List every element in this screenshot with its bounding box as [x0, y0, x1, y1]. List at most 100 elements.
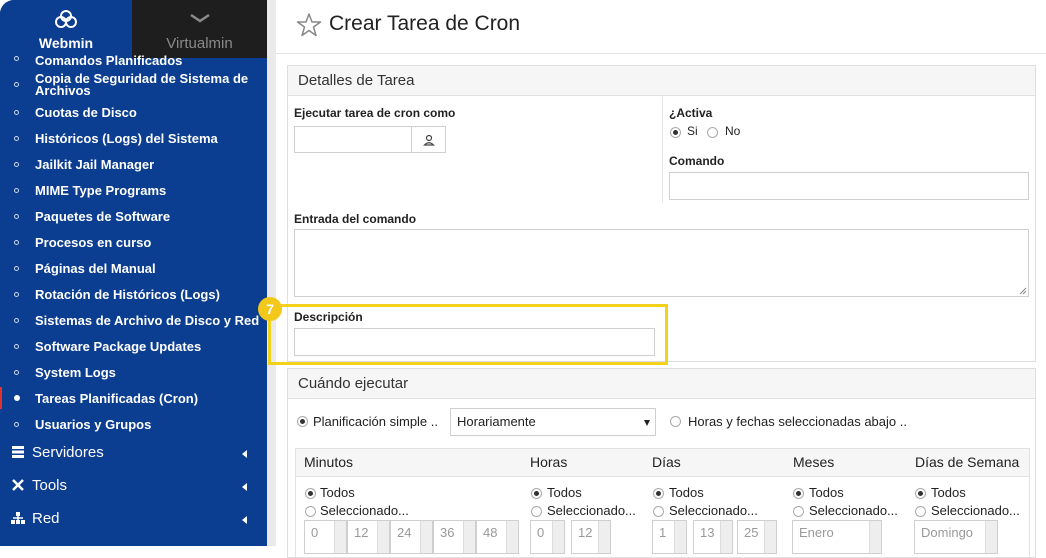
selected-times-radio[interactable]	[670, 416, 681, 427]
sidebar-item-mime[interactable]: MIME Type Programs	[0, 181, 267, 201]
hours-selected-radio[interactable]	[531, 506, 542, 517]
simple-schedule-select[interactable]: Horariamente	[450, 408, 656, 436]
list-item: 36	[440, 525, 455, 540]
select-value: Horariamente	[457, 414, 536, 429]
caret-left-icon	[242, 483, 247, 491]
sidebar-category-tools[interactable]: Tools	[0, 471, 267, 501]
sidebar-item-label: Tareas Planificadas (Cron)	[35, 391, 199, 406]
simple-schedule-radio[interactable]	[297, 416, 308, 427]
caret-left-icon	[242, 450, 247, 458]
hours-list-1[interactable]: 12	[571, 520, 611, 554]
sidebar-item-usuarios[interactable]: Usuarios y Grupos	[0, 415, 267, 435]
time-selection-table: Minutos Todos Seleccionado... 0 12 24 36…	[295, 448, 1030, 558]
network-icon	[11, 512, 25, 524]
scrollbar[interactable]	[420, 521, 432, 553]
active-yes-radio[interactable]	[670, 127, 681, 138]
bullet-icon	[14, 370, 19, 375]
sidebar-item-sistemas-archivo[interactable]: Sistemas de Archivo de Disco y Red	[0, 311, 267, 331]
user-icon	[423, 134, 435, 146]
selected-times-label: Horas y fechas seleccionadas abajo ..	[688, 414, 907, 429]
sidebar-item-jailkit[interactable]: Jailkit Jail Manager	[0, 155, 267, 175]
user-chooser-button[interactable]	[411, 126, 446, 153]
sidebar-item-copia-seguridad[interactable]: Copia de Seguridad de Sistema de Archivo…	[0, 72, 267, 98]
sidebar-category-servidores[interactable]: Servidores	[0, 438, 267, 468]
list-item: 13	[700, 525, 715, 540]
list-item: 48	[483, 525, 498, 540]
minutes-all-radio[interactable]	[305, 488, 316, 499]
sidebar-item-rotacion[interactable]: Rotación de Históricos (Logs)	[0, 285, 267, 305]
panel-title: Cuándo ejecutar	[298, 375, 409, 392]
days-all-radio[interactable]	[653, 488, 664, 499]
days-list-1[interactable]: 13	[693, 520, 733, 554]
sidebar-item-paginas-manual[interactable]: Páginas del Manual	[0, 259, 267, 279]
sidebar-category-red[interactable]: Red	[0, 504, 267, 534]
sidebar-item-tareas-cron[interactable]: Tareas Planificadas (Cron)	[0, 389, 267, 409]
servers-icon	[12, 446, 24, 458]
column-minutes-header: Minutos	[304, 454, 354, 470]
weekdays-selected-label: Seleccionado...	[931, 503, 1020, 518]
sidebar-item-historicos[interactable]: Históricos (Logs) del Sistema	[0, 129, 267, 149]
days-selected-radio[interactable]	[653, 506, 664, 517]
star-icon[interactable]	[296, 12, 322, 38]
hours-list-0[interactable]: 0	[530, 520, 565, 554]
scrollbar[interactable]	[720, 521, 732, 553]
months-list[interactable]: Enero	[792, 520, 882, 554]
sidebar-item-label: MIME Type Programs	[35, 183, 167, 198]
bullet-icon	[14, 110, 19, 115]
sidebar-item-paquetes[interactable]: Paquetes de Software	[0, 207, 267, 227]
minutes-all-label: Todos	[320, 485, 355, 500]
page-title: Crear Tarea de Cron	[329, 12, 521, 35]
days-list-0[interactable]: 1	[652, 520, 687, 554]
column-hours-header: Horas	[530, 454, 568, 470]
sidebar-item-label: Copia de Seguridad de Sistema de Archivo…	[35, 71, 249, 98]
scrollbar[interactable]	[334, 521, 346, 553]
scrollbar[interactable]	[506, 521, 518, 553]
weekdays-list[interactable]: Domingo	[914, 520, 998, 554]
active-no-radio[interactable]	[707, 127, 718, 138]
scrollbar[interactable]	[377, 521, 389, 553]
scrollbar[interactable]	[463, 521, 475, 553]
bullet-icon	[14, 188, 19, 193]
bullet-icon	[14, 82, 19, 87]
scrollbar[interactable]	[598, 521, 610, 553]
minutes-selected-radio[interactable]	[305, 506, 316, 517]
scrollbar[interactable]	[869, 521, 881, 553]
column-days-header: Días	[652, 454, 681, 470]
command-stdin-textarea[interactable]	[294, 229, 1029, 297]
scrollbar[interactable]	[552, 521, 564, 553]
sidebar-item-cuotas[interactable]: Cuotas de Disco	[0, 103, 267, 123]
months-selected-radio[interactable]	[793, 506, 804, 517]
category-label: Red	[32, 510, 60, 527]
months-all-radio[interactable]	[793, 488, 804, 499]
minutes-list-4[interactable]: 48	[476, 520, 519, 554]
sidebar-item-system-logs[interactable]: System Logs	[0, 363, 267, 383]
bullet-icon	[14, 240, 19, 245]
sidebar-item-package-updates[interactable]: Software Package Updates	[0, 337, 267, 357]
days-all-label: Todos	[669, 485, 704, 500]
scrollbar[interactable]	[985, 521, 997, 553]
scrollbar[interactable]	[674, 521, 686, 553]
hours-all-radio[interactable]	[531, 488, 542, 499]
sidebar-item-label: Procesos en curso	[35, 235, 152, 250]
minutes-list-2[interactable]: 24	[390, 520, 433, 554]
command-input[interactable]	[669, 172, 1029, 200]
sidebar-item-label: Software Package Updates	[35, 339, 202, 354]
scrollbar[interactable]	[764, 521, 776, 553]
sidebar-item-label: Sistemas de Archivo de Disco y Red	[35, 313, 260, 328]
minutes-list-0[interactable]: 0	[304, 520, 347, 554]
sidebar-item-comandos[interactable]: Comandos Planificados	[0, 50, 267, 66]
weekdays-selected-radio[interactable]	[915, 506, 926, 517]
minutes-list-3[interactable]: 36	[433, 520, 476, 554]
days-list-2[interactable]: 25	[737, 520, 777, 554]
months-all-label: Todos	[809, 485, 844, 500]
list-item: 12	[578, 525, 593, 540]
sidebar-item-label: Paquetes de Software	[35, 209, 171, 224]
weekdays-all-radio[interactable]	[915, 488, 926, 499]
panel-title: Detalles de Tarea	[298, 72, 415, 89]
minutes-list-1[interactable]: 12	[347, 520, 390, 554]
run-as-input[interactable]	[294, 126, 412, 153]
resize-handle-icon[interactable]	[1019, 287, 1027, 295]
sidebar-item-procesos[interactable]: Procesos en curso	[0, 233, 267, 253]
bullet-icon	[14, 56, 19, 61]
bullet-icon	[14, 266, 19, 271]
